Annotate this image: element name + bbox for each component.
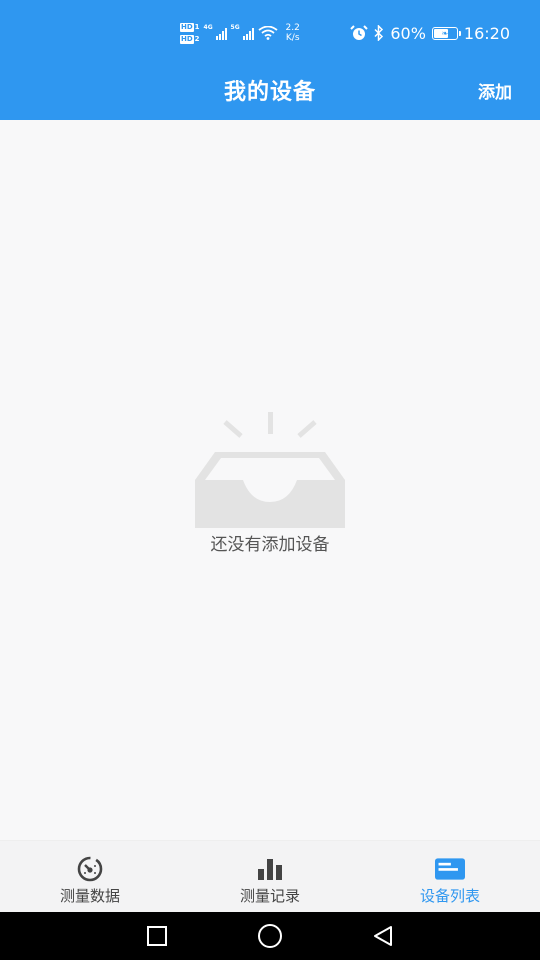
device-list-icon bbox=[435, 855, 465, 883]
tab-measure-records[interactable]: 测量记录 bbox=[180, 841, 360, 912]
bluetooth-icon bbox=[374, 25, 384, 41]
status-bar: HD 1 HD 2 4G 5G 2.2 K/s 60% ❧ 16:20 bbox=[0, 0, 540, 64]
status-right: 60% ❧ 16:20 bbox=[350, 22, 510, 44]
signal-icon-2: 5G bbox=[231, 24, 254, 40]
triangle-back-icon bbox=[374, 926, 393, 946]
recents-button[interactable] bbox=[142, 921, 172, 951]
back-button[interactable] bbox=[368, 921, 398, 951]
bar-chart-icon bbox=[255, 855, 285, 883]
sim2-indicator: HD 2 bbox=[180, 34, 200, 44]
system-nav-bar bbox=[0, 912, 540, 960]
status-left: HD 1 HD 2 4G 5G 2.2 K/s bbox=[180, 18, 300, 48]
tab-measure-data[interactable]: 测量数据 bbox=[0, 841, 180, 912]
add-device-button[interactable]: 添加 bbox=[478, 78, 512, 103]
sim1-indicator: HD 1 bbox=[180, 22, 200, 32]
square-icon bbox=[146, 926, 167, 946]
wifi-icon bbox=[257, 26, 278, 40]
page-title: 我的设备 bbox=[223, 80, 316, 105]
main-content: 还没有添加设备 bbox=[0, 120, 540, 840]
gauge-icon bbox=[75, 855, 105, 883]
empty-inbox-icon bbox=[195, 412, 345, 528]
tab-device-list[interactable]: 设备列表 bbox=[360, 841, 540, 912]
battery-saver-icon: ❧ bbox=[431, 26, 461, 40]
battery-percent: 60% bbox=[390, 23, 426, 43]
sim-indicators: HD 1 HD 2 bbox=[180, 22, 200, 44]
tab-label: 测量数据 bbox=[59, 887, 120, 905]
tab-label: 设备列表 bbox=[419, 887, 480, 905]
bottom-tab-bar: 测量数据 测量记录 设备列表 bbox=[0, 840, 540, 912]
clock: 16:20 bbox=[463, 23, 510, 43]
home-button[interactable] bbox=[255, 921, 285, 951]
tab-label: 测量记录 bbox=[239, 887, 300, 905]
app-header: 我的设备 添加 bbox=[0, 64, 540, 120]
network-speed: 2.2 K/s bbox=[285, 23, 300, 43]
alarm-icon bbox=[350, 25, 369, 40]
signal-icon: 4G bbox=[204, 24, 227, 40]
empty-state-message: 还没有添加设备 bbox=[210, 535, 330, 555]
circle-icon bbox=[257, 924, 282, 948]
